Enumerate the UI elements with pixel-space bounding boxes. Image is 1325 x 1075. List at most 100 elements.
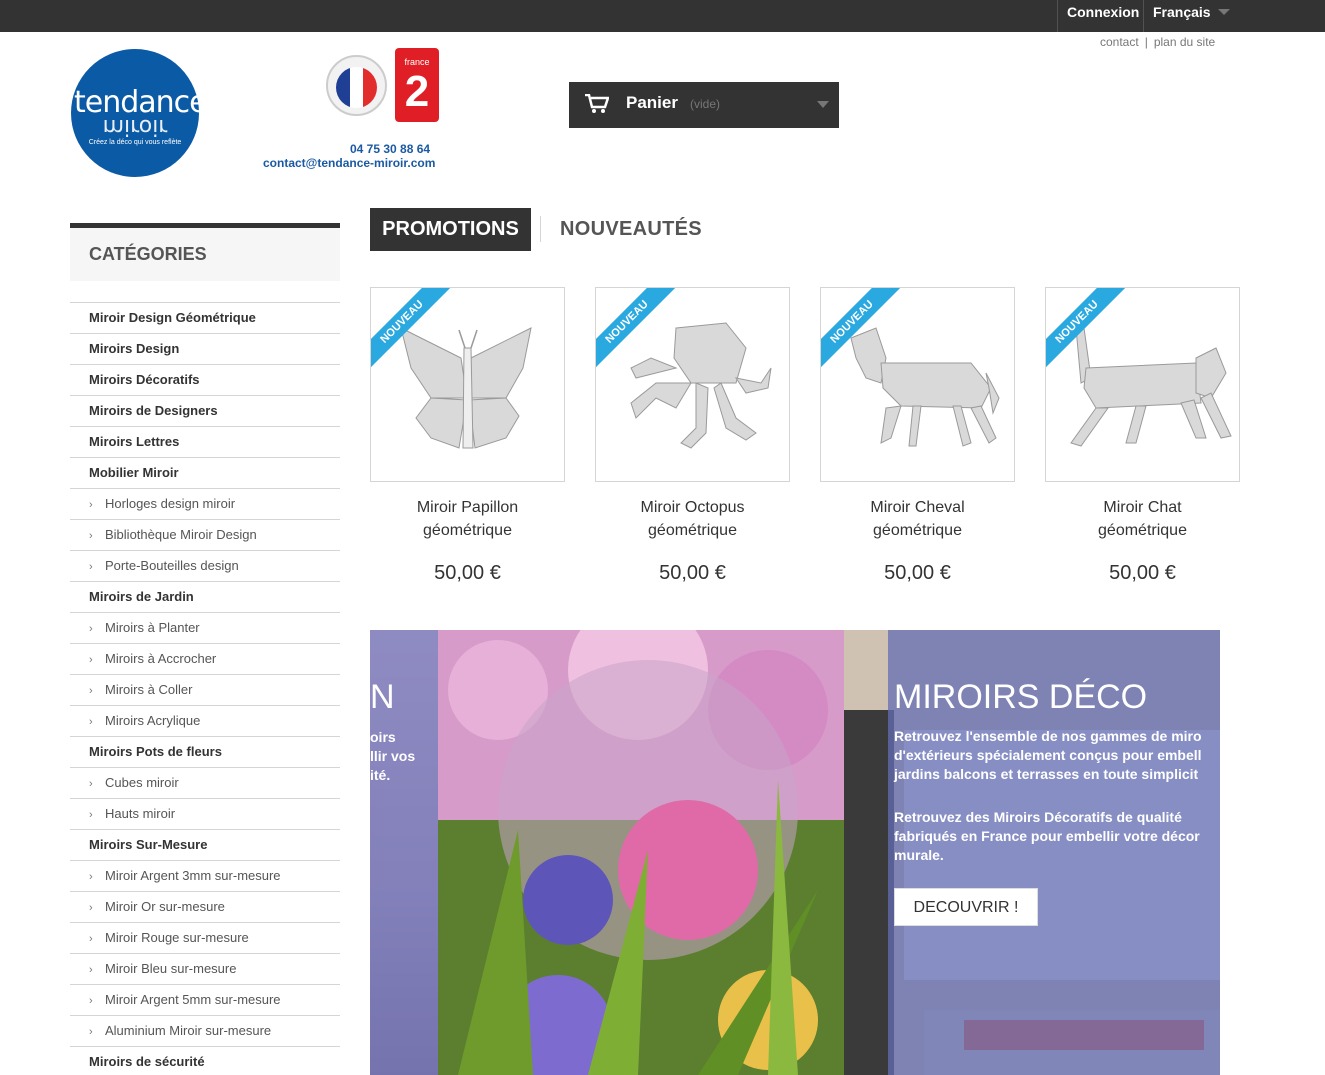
sidebar-subcategory[interactable]: › Miroirs Acrylique <box>70 706 340 737</box>
sidebar-subcategory[interactable]: › Aluminium Miroir sur-mesure <box>70 1016 340 1047</box>
sidebar-category[interactable]: Miroirs de Jardin <box>70 582 340 613</box>
product-name-line2[interactable]: géométrique <box>820 519 1015 542</box>
sidebar-item-label: Miroir Design Géométrique <box>89 310 256 325</box>
product-price: 50,00 € <box>1109 562 1176 584</box>
product-name-line1[interactable]: Miroir Chat <box>1045 496 1240 519</box>
product-card[interactable]: NOUVEAU Miroir Octopus géométrique 50,00… <box>595 287 790 585</box>
header-links: contact | plan du site <box>1100 35 1215 49</box>
france2-number: 2 <box>404 67 430 116</box>
language-selector[interactable]: Français <box>1143 0 1243 32</box>
product-name: Miroir Octopus géométrique <box>595 496 790 542</box>
garden-mirror-image <box>438 630 844 1075</box>
banner-text-line: fabriqués en France pour embellir votre … <box>894 828 1200 844</box>
contact-email[interactable]: contact@tendance-miroir.com <box>263 156 435 170</box>
sidebar-subcategory[interactable]: › Porte-Bouteilles design <box>70 551 340 582</box>
product-name-line1[interactable]: Miroir Papillon <box>370 496 565 519</box>
sidebar-item-label: Cubes miroir <box>105 775 179 790</box>
product-card[interactable]: NOUVEAU Miroir Cheval géométrique 50,00 … <box>820 287 1015 585</box>
banner-text-line: murale. <box>894 847 944 863</box>
product-name-line2[interactable]: géométrique <box>1045 519 1240 542</box>
sidebar-subcategory[interactable]: › Miroirs à Coller <box>70 675 340 706</box>
sidebar-subcategory[interactable]: › Bibliothèque Miroir Design <box>70 520 340 551</box>
sidebar-subcategory[interactable]: › Miroirs à Accrocher <box>70 644 340 675</box>
cart-button[interactable]: Panier (vide) <box>569 82 839 128</box>
login-link[interactable]: Connexion <box>1057 0 1143 32</box>
sidebar-category[interactable]: Miroirs Pots de fleurs <box>70 737 340 768</box>
site-logo[interactable]: tendance miroir Créez la déco qui vous r… <box>71 49 208 177</box>
sidebar-subcategory[interactable]: › Miroirs à Planter <box>70 613 340 644</box>
sidebar-subcategory[interactable]: › Cubes miroir <box>70 768 340 799</box>
sidebar-item-label: Miroir Or sur-mesure <box>105 899 225 914</box>
sidebar-subcategory[interactable]: › Miroir Rouge sur-mesure <box>70 923 340 954</box>
chevron-right-icon: › <box>89 716 93 728</box>
sidebar-item-label: Miroirs de sécurité <box>89 1054 205 1069</box>
top-bar: Connexion Français <box>0 0 1325 32</box>
sidebar-subcategory[interactable]: › Miroir Or sur-mesure <box>70 892 340 923</box>
sidebar-category[interactable]: Miroirs Décoratifs <box>70 365 340 396</box>
sidebar-item-label: Miroirs à Accrocher <box>105 651 217 666</box>
sidebar-category[interactable]: Mobilier Miroir <box>70 458 340 489</box>
contact-link[interactable]: contact <box>1100 35 1139 49</box>
sidebar-subcategory[interactable]: › Hauts miroir <box>70 799 340 830</box>
sidebar-subcategory[interactable]: › Miroir Argent 3mm sur-mesure <box>70 861 340 892</box>
chevron-right-icon: › <box>89 654 93 666</box>
sidebar-item-label: Miroirs Acrylique <box>105 713 201 728</box>
cart-label: Panier <box>626 93 678 112</box>
product-image[interactable]: NOUVEAU <box>1045 287 1240 482</box>
link-separator: | <box>1144 35 1148 49</box>
product-image[interactable]: NOUVEAU <box>370 287 565 482</box>
sidebar-item-label: Bibliothèque Miroir Design <box>105 527 257 542</box>
chevron-down-icon <box>1218 9 1230 15</box>
banner-text-line: jardins balcons et terrasses en toute si… <box>894 766 1199 782</box>
language-label: Français <box>1153 4 1211 20</box>
category-list: Miroir Design Géométrique Miroirs Design M… <box>70 302 340 1075</box>
product-price: 50,00 € <box>884 562 951 584</box>
sidebar-item-label: Miroirs Lettres <box>89 434 180 449</box>
product-card[interactable]: NOUVEAU Miroir Chat géométrique 50,00 € <box>1045 287 1240 585</box>
sidebar-item-label: Horloges design miroir <box>105 496 236 511</box>
chevron-right-icon: › <box>89 964 93 976</box>
chevron-right-icon: › <box>89 778 93 790</box>
sidebar-category[interactable]: Miroirs Lettres <box>70 427 340 458</box>
sidebar-item-label: Hauts miroir <box>105 806 176 821</box>
chevron-right-icon: › <box>89 623 93 635</box>
tab-divider <box>540 216 541 242</box>
french-flag-icon <box>336 67 377 108</box>
sidebar-item-label: Miroirs de Designers <box>89 403 218 418</box>
chevron-right-icon: › <box>89 1026 93 1038</box>
tab-promotions[interactable]: PROMOTIONS <box>370 208 531 251</box>
product-name-line2[interactable]: géométrique <box>595 519 790 542</box>
sidebar-item-label: Miroirs Sur-Mesure <box>89 837 208 852</box>
banner-prev-line: llir vos <box>370 748 416 764</box>
product-name-line2[interactable]: géométrique <box>370 519 565 542</box>
sidebar-subcategory[interactable]: › Miroir Bleu sur-mesure <box>70 954 340 985</box>
france2-logo: france 2 <box>395 48 439 122</box>
product-name-line1[interactable]: Miroir Octopus <box>595 496 790 519</box>
promo-banner[interactable]: N oirs llir vos ité. MIROIRS DÉCO Retrou… <box>370 630 1220 1075</box>
sidebar-item-label: Mobilier Miroir <box>89 465 179 480</box>
banner-prev-line: oirs <box>370 729 396 745</box>
sidebar-category[interactable]: Miroir Design Géométrique <box>70 303 340 334</box>
sidebar-category[interactable]: Miroirs de Designers <box>70 396 340 427</box>
product-image[interactable]: NOUVEAU <box>595 287 790 482</box>
banner-paragraph-2: Retrouvez des Miroirs Décoratifs de qual… <box>894 808 1220 865</box>
categories-title: CATÉGORIES <box>89 244 207 264</box>
product-image[interactable]: NOUVEAU <box>820 287 1015 482</box>
product-name-line1[interactable]: Miroir Cheval <box>820 496 1015 519</box>
product-name: Miroir Cheval géométrique <box>820 496 1015 542</box>
discover-button[interactable]: DECOUVRIR ! <box>894 888 1038 926</box>
sidebar-category[interactable]: Miroirs Design <box>70 334 340 365</box>
product-name: Miroir Chat géométrique <box>1045 496 1240 542</box>
sidebar-item-label: Miroirs à Coller <box>105 682 193 697</box>
product-price: 50,00 € <box>659 562 726 584</box>
chevron-right-icon: › <box>89 809 93 821</box>
sidebar-item-label: Miroir Argent 3mm sur-mesure <box>105 868 281 883</box>
banner-prev-title: N <box>370 678 395 716</box>
sidebar-subcategory[interactable]: › Miroir Argent 5mm sur-mesure <box>70 985 340 1016</box>
sidebar-subcategory[interactable]: › Horloges design miroir <box>70 489 340 520</box>
tab-nouveautes[interactable]: NOUVEAUTÉS <box>560 208 702 251</box>
sidebar-category[interactable]: Miroirs de sécurité <box>70 1047 340 1075</box>
sitemap-link[interactable]: plan du site <box>1154 35 1215 49</box>
product-card[interactable]: NOUVEAU Miroir Papillon géométrique 50,0… <box>370 287 565 585</box>
sidebar-category[interactable]: Miroirs Sur-Mesure <box>70 830 340 861</box>
